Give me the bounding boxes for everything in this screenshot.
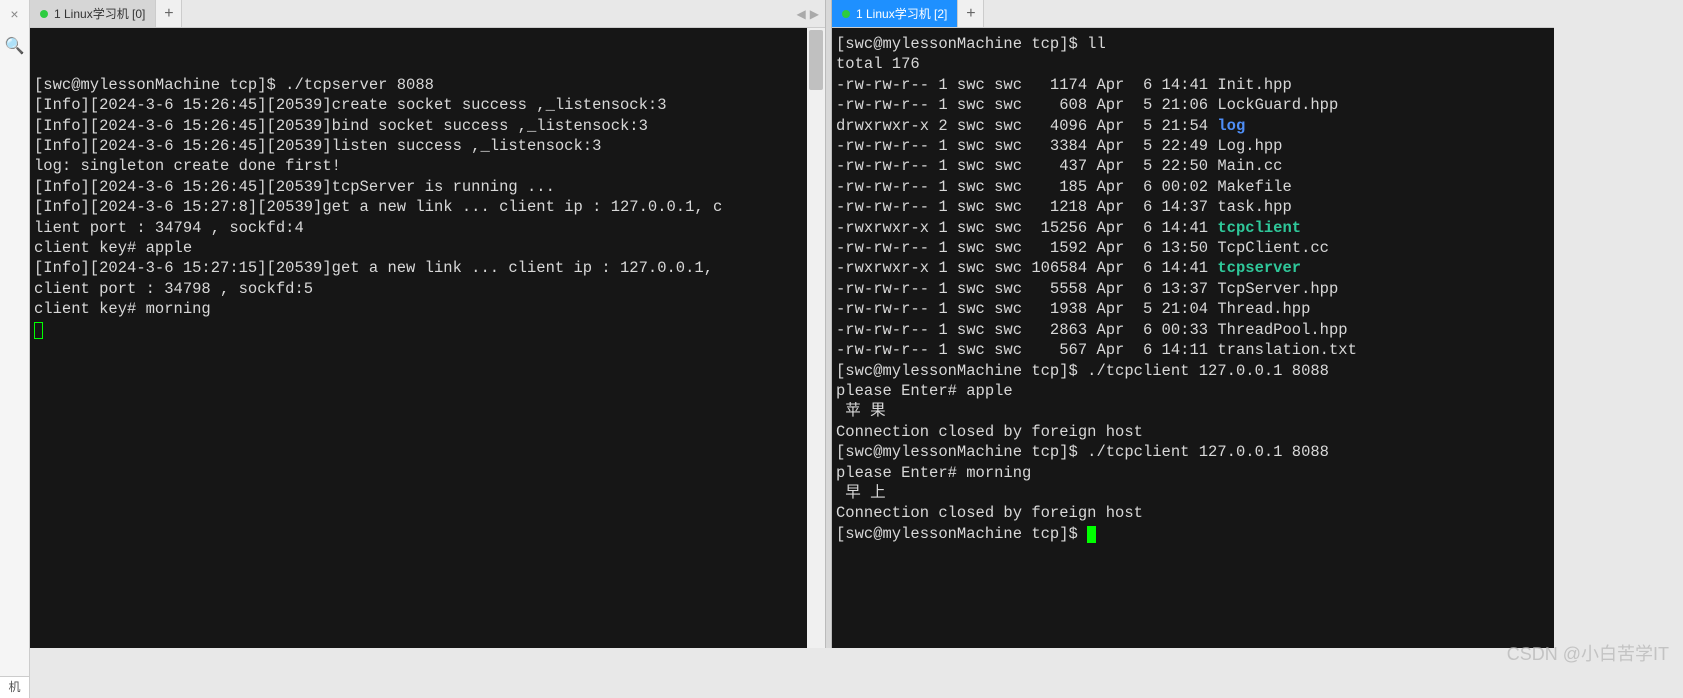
- terminal-line: -rw-rw-r-- 1 swc swc 5558 Apr 6 13:37 Tc…: [836, 279, 1550, 299]
- terminal-line: -rwxrwxr-x 1 swc swc 106584 Apr 6 14:41 …: [836, 258, 1550, 278]
- side-toolbar: × 🔍: [0, 0, 30, 698]
- terminal-line: 苹 果: [836, 401, 1550, 421]
- terminal-line: -rw-rw-r-- 1 swc swc 1174 Apr 6 14:41 In…: [836, 75, 1550, 95]
- add-tab-button[interactable]: +: [156, 0, 182, 27]
- nav-right-icon[interactable]: ▶: [810, 7, 819, 21]
- terminal-line: -rw-rw-r-- 1 swc swc 567 Apr 6 14:11 tra…: [836, 340, 1550, 360]
- terminal-line: [swc@mylessonMachine tcp]$ ll: [836, 34, 1550, 54]
- terminal-output: [swc@mylessonMachine tcp]$ ./tcpserver 8…: [34, 75, 805, 320]
- nav-left-icon[interactable]: ◀: [797, 7, 806, 21]
- terminal-line: Connection closed by foreign host: [836, 422, 1550, 442]
- tab-right-session[interactable]: 1 Linux学习机 [2]: [832, 0, 958, 27]
- tab-bar-right: 1 Linux学习机 [2] +: [832, 0, 1554, 28]
- watermark: CSDN @小白苦学IT: [1507, 640, 1669, 666]
- terminal-line: -rw-rw-r-- 1 swc swc 3384 Apr 5 22:49 Lo…: [836, 136, 1550, 156]
- terminal-line: -rw-rw-r-- 1 swc swc 2863 Apr 6 00:33 Th…: [836, 320, 1550, 340]
- terminal-line: -rw-rw-r-- 1 swc swc 608 Apr 5 21:06 Loc…: [836, 95, 1550, 115]
- terminal-right[interactable]: [swc@mylessonMachine tcp]$ lltotal 176-r…: [832, 28, 1554, 648]
- search-icon[interactable]: 🔍: [0, 30, 29, 62]
- terminal-left[interactable]: [swc@mylessonMachine tcp]$ ./tcpserver 8…: [30, 28, 825, 648]
- terminal-line: Connection closed by foreign host: [836, 503, 1550, 523]
- terminal-line: -rwxrwxr-x 1 swc swc 15256 Apr 6 14:41 t…: [836, 218, 1550, 238]
- cursor: [1087, 526, 1096, 543]
- scrollbar[interactable]: [807, 28, 825, 648]
- terminal-line: drwxrwxr-x 2 swc swc 4096 Apr 5 21:54 lo…: [836, 116, 1550, 136]
- tab-label: 1 Linux学习机 [2]: [856, 5, 947, 22]
- scrollbar-thumb[interactable]: [809, 30, 823, 90]
- tab-nav: ◀ ▶: [791, 0, 825, 27]
- terminal-line: [swc@mylessonMachine tcp]$ ./tcpclient 1…: [836, 361, 1550, 381]
- add-tab-button[interactable]: +: [958, 0, 984, 27]
- bottom-tab[interactable]: 机: [0, 676, 30, 698]
- pane-right: 1 Linux学习机 [2] + [swc@mylessonMachine tc…: [832, 0, 1554, 648]
- pane-divider[interactable]: [825, 0, 832, 648]
- terminal-line: 早 上: [836, 483, 1550, 503]
- terminal-line: -rw-rw-r-- 1 swc swc 1218 Apr 6 14:37 ta…: [836, 197, 1550, 217]
- terminal-line: -rw-rw-r-- 1 swc swc 185 Apr 6 00:02 Mak…: [836, 177, 1550, 197]
- terminal-line: -rw-rw-r-- 1 swc swc 1938 Apr 5 21:04 Th…: [836, 299, 1550, 319]
- status-dot-icon: [842, 10, 850, 18]
- terminal-line: please Enter# apple: [836, 381, 1550, 401]
- terminal-line: [swc@mylessonMachine tcp]$: [836, 524, 1550, 544]
- terminal-line: total 176: [836, 54, 1550, 74]
- tab-label: 1 Linux学习机 [0]: [54, 5, 145, 22]
- terminal-line: [swc@mylessonMachine tcp]$ ./tcpclient 1…: [836, 442, 1550, 462]
- tab-bar-left: 1 Linux学习机 [0] + ◀ ▶: [30, 0, 825, 28]
- status-dot-icon: [40, 10, 48, 18]
- terminal-line: -rw-rw-r-- 1 swc swc 437 Apr 5 22:50 Mai…: [836, 156, 1550, 176]
- terminal-line: -rw-rw-r-- 1 swc swc 1592 Apr 6 13:50 Tc…: [836, 238, 1550, 258]
- cursor: [34, 322, 43, 339]
- pane-left: 1 Linux学习机 [0] + ◀ ▶ [swc@mylessonMachin…: [30, 0, 825, 648]
- close-icon[interactable]: ×: [0, 0, 29, 28]
- terminal-line: please Enter# morning: [836, 463, 1550, 483]
- tab-left-session[interactable]: 1 Linux学习机 [0]: [30, 0, 156, 27]
